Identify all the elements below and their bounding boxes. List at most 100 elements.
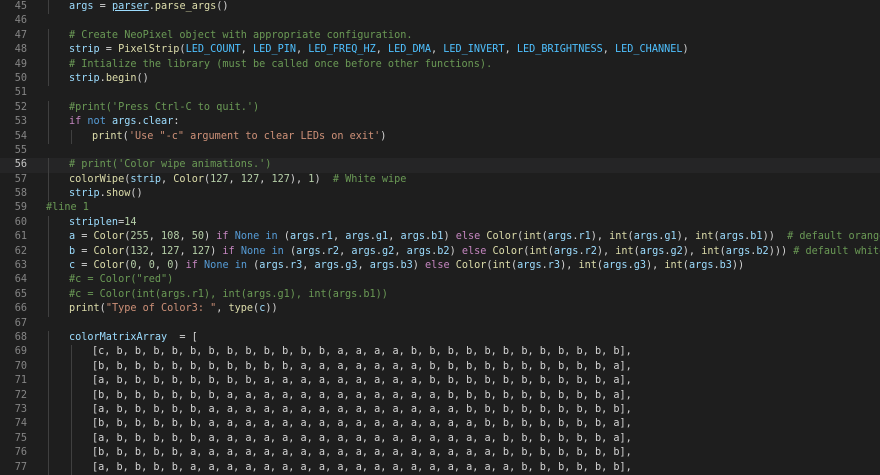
code-token: = — [75, 260, 94, 272]
code-line[interactable]: 69 [c, b, b, b, b, b, b, b, b, b, b, b, b… — [0, 345, 880, 360]
code-line[interactable]: 45 args = parser.parse_args() — [0, 0, 880, 15]
line-code: # Intialize the library (must be called … — [69, 58, 492, 72]
code-token: int — [701, 245, 720, 257]
code-line[interactable]: 47 # Create NeoPixel object with appropri… — [0, 28, 880, 44]
code-line[interactable]: 52 #print('Press Ctrl-C to quit.') — [0, 100, 880, 116]
code-line[interactable]: 59 #line 1 — [0, 201, 880, 215]
indent-guide — [48, 460, 49, 475]
line-number: 49 — [14, 58, 27, 70]
indent-guide — [71, 129, 72, 144]
code-line[interactable]: 75 [a, b, b, b, b, b, a, a, a, a, a, a, a… — [0, 431, 880, 447]
line-number: 66 — [14, 303, 27, 315]
line-number: 46 — [14, 15, 27, 27]
code-token: g1 — [375, 231, 389, 243]
code-line[interactable]: 68 colorMatrixArray = [ — [0, 330, 880, 346]
code-token: # White wipe — [332, 173, 407, 185]
code-line[interactable]: 63 c = Color(0, 0, 0) if None in (args.r3… — [0, 259, 880, 274]
code-token: type — [228, 303, 254, 315]
code-line[interactable]: 49 # Intialize the library (must be calle… — [0, 57, 880, 72]
line-number: 73 — [14, 403, 27, 415]
code-line[interactable]: 58 strip.show() — [0, 187, 880, 202]
code-token: LED_INVERT — [443, 44, 505, 56]
line-number: 72 — [14, 389, 27, 401]
code-line[interactable]: 72 [b, b, b, b, b, b, b, a, a, a, a, a, a… — [0, 388, 880, 403]
code-token: LED_COUNT — [185, 44, 241, 56]
code-line[interactable]: 54 print('Use "-c" argument to clear LEDs… — [0, 129, 880, 144]
code-token: b3 — [400, 260, 413, 272]
code-token: , — [136, 260, 149, 272]
code-line[interactable]: 48 strip = PixelStrip(LED_COUNT, LED_PIN,… — [0, 43, 880, 58]
code-line[interactable]: 57 colorWipe(strip, Color(127, 127, 127),… — [0, 172, 880, 188]
code-token: ) — [443, 231, 456, 243]
code-line[interactable]: 61 a = Color(255, 108, 50) if None in (ar… — [0, 230, 880, 245]
line-code: striplen=14 — [69, 216, 137, 230]
code-token: LED_BRIGHTNESS — [516, 44, 603, 56]
code-line[interactable]: 70 [b, b, b, b, b, b, b, b, b, b, b, a, a… — [0, 359, 880, 375]
code-token: 127 — [161, 245, 180, 257]
code-token: = — [75, 245, 94, 257]
code-token: #print('Press Ctrl-C to quit.') — [69, 101, 260, 113]
code-line[interactable]: 60 striplen=14 — [0, 215, 880, 231]
line-number: 48 — [14, 44, 27, 56]
indent-guide — [48, 359, 49, 375]
code-token: # default orange — [787, 231, 880, 243]
indent-guide — [71, 460, 72, 475]
line-code: if not args.clear: — [69, 115, 179, 129]
code-token: # Intialize the library (must be called … — [69, 58, 493, 70]
indent-guide — [48, 374, 49, 389]
indent-guide — [48, 244, 49, 260]
code-line[interactable]: 50 strip.begin() — [0, 71, 880, 87]
code-line[interactable]: 77 [a, b, b, b, b, a, a, a, a, a, a, a, a… — [0, 460, 880, 475]
line-number: 58 — [14, 188, 27, 200]
code-line[interactable]: 67 — [0, 317, 880, 331]
code-token: ), — [289, 173, 309, 185]
code-line[interactable]: 76 [b, b, b, b, b, a, a, a, a, a, a, a, a… — [0, 446, 880, 461]
code-token: ( — [247, 260, 260, 272]
code-token: [b, b, b, b, b, b, b, b, b, b, b, a, a, … — [92, 360, 632, 372]
code-token: , — [332, 231, 346, 243]
indent-guide — [71, 388, 72, 403]
code-line[interactable]: 74 [b, b, b, b, b, b, a, a, a, a, a, a, a… — [0, 417, 880, 432]
code-line[interactable]: 62 b = Color(132, 127, 127) if None in (a… — [0, 244, 880, 260]
code-token: LED_DMA — [388, 44, 431, 56]
code-token: g1 — [664, 231, 677, 243]
code-token: Color — [93, 260, 125, 272]
code-token: )) — [265, 303, 278, 315]
line-number: 60 — [14, 216, 27, 228]
code-token: show — [105, 188, 131, 200]
code-line[interactable]: 56 # print('Color wipe animations.') — [0, 158, 880, 173]
code-token: in — [265, 231, 278, 243]
code-line[interactable]: 51 — [0, 86, 880, 100]
code-token: , — [161, 173, 174, 185]
indent-guide — [48, 302, 49, 317]
indent-guide — [48, 287, 49, 303]
code-token: g2 — [670, 245, 683, 257]
code-line[interactable]: 55 — [0, 144, 880, 158]
code-token: # print('Color wipe animations.') — [69, 159, 272, 171]
indent-guide — [48, 115, 49, 130]
code-line[interactable]: 71 [a, b, b, b, b, b, b, b, b, a, a, a, a… — [0, 374, 880, 389]
code-line[interactable]: 53 if not args.clear: — [0, 115, 880, 130]
code-token: = — [99, 44, 119, 56]
code-token: strip — [69, 188, 100, 200]
line-code: colorWipe(strip, Color(127, 127, 127), 1… — [69, 173, 406, 187]
code-token: ) — [380, 130, 387, 142]
line-code: [b, b, b, b, b, b, b, a, a, a, a, a, a, … — [92, 389, 632, 403]
code-token: [b, b, b, b, b, b, b, a, a, a, a, a, a, … — [92, 389, 632, 401]
code-token: args — [603, 260, 628, 272]
line-code: # Create NeoPixel object with appropriat… — [69, 29, 412, 43]
code-line[interactable]: 73 [a, b, b, b, b, b, a, a, a, a, a, a, a… — [0, 402, 880, 418]
code-line[interactable]: 65 #c = Color(int(args.r1), int(args.g1),… — [0, 287, 880, 303]
code-line[interactable]: 66 print("Type of Color3: ", type(c)) — [0, 302, 880, 317]
code-token: args — [517, 260, 542, 272]
line-number: 68 — [14, 331, 27, 343]
code-token: LED_FREQ_HZ — [308, 44, 376, 56]
code-token: , — [148, 231, 162, 243]
code-line[interactable]: 46 — [0, 14, 880, 28]
line-number: 51 — [14, 87, 27, 99]
code-token: ))) — [768, 245, 794, 257]
code-token: #line 1 — [46, 202, 89, 214]
code-line[interactable]: 64 #c = Color("red") — [0, 273, 880, 288]
code-token: () — [136, 72, 149, 84]
code-editor[interactable]: 45 args = parser.parse_args() 46 47 # Create… — [0, 0, 880, 475]
